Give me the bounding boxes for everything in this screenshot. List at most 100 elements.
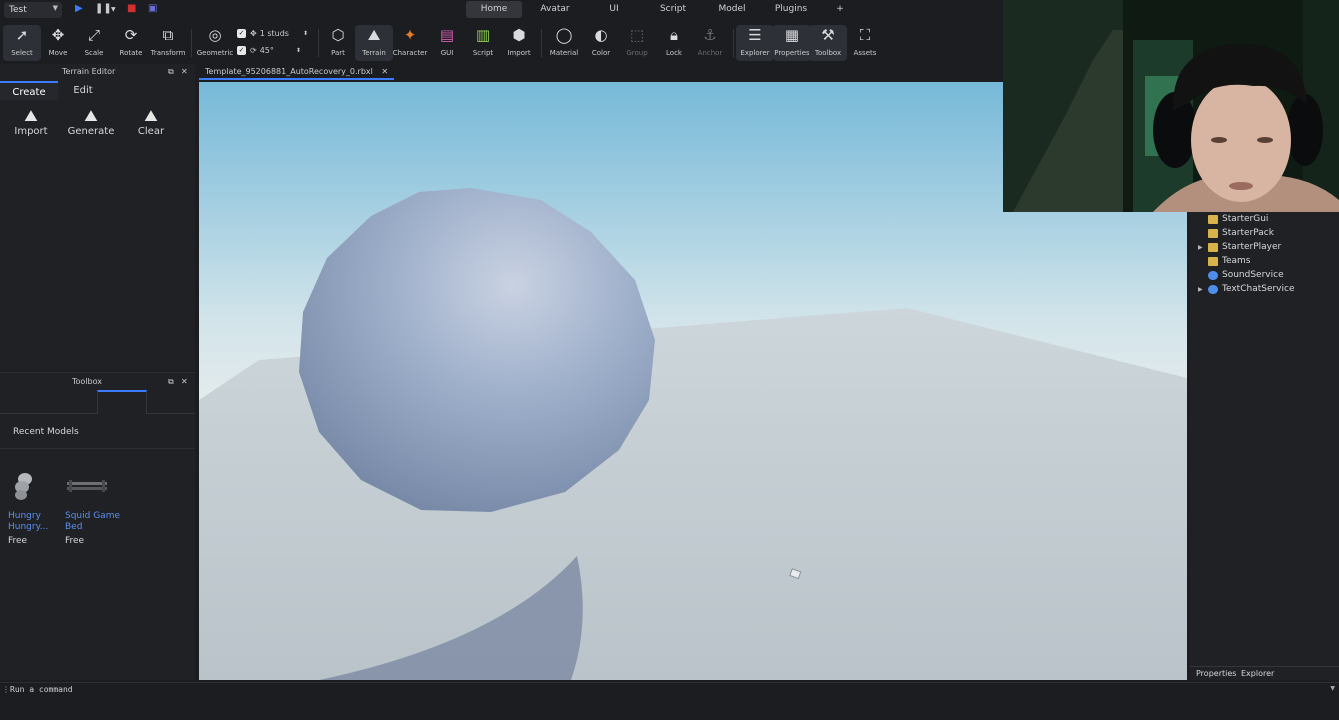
close-icon[interactable]: ✕ [181,67,188,76]
select-tool[interactable]: ➚ Select [3,25,41,61]
tab-avatar[interactable]: Avatar [525,1,585,18]
toolbox-panel: Toolbox ⧉ ✕ Recent Models Hungry Hungry.… [0,372,195,680]
anchor-tool-label: Anchor [697,49,723,57]
anchor-tool[interactable]: ⚓︎ Anchor [691,25,729,61]
recent-models-heading[interactable]: Recent Models [13,427,79,437]
import-tool[interactable]: ⬢ Import [500,25,538,61]
color-tool[interactable]: ◐ Color [582,25,620,61]
chevron-down-icon: ▼ [52,4,58,12]
group-tool[interactable]: ⬚ Group [618,25,656,61]
terrain-clear-icon: ⛰ [144,106,158,125]
transform-icon: ⧉ [162,26,174,44]
move-snap-field[interactable]: ✓ ✥ 1 studs ⬍ [237,29,308,38]
transform-tool[interactable]: ⧉ Transform [149,25,187,61]
teams-icon [1208,256,1218,266]
transform-tool-label: Transform [150,49,186,57]
checkbox-icon[interactable]: ✓ [237,46,246,55]
toolbox-tool[interactable]: ⚒ Toolbox [809,25,847,61]
tab-home[interactable]: Home [466,1,522,18]
assets-tool[interactable]: ⛶ Assets [846,25,884,61]
terrain-editor-title: Terrain Editor [62,67,116,76]
explorer-item-label: Teams [1222,256,1251,266]
move-tool-label: Move [48,49,68,57]
gui-tool[interactable]: ▤ GUI [428,25,466,61]
lock-tool[interactable]: 🔒︎ Lock [655,25,693,61]
script-tool-label: Script [472,49,494,57]
terrain-clear-button[interactable]: ⛰ Clear [121,106,181,137]
scale-tool[interactable]: ⤢ Scale [75,25,113,61]
chevron-down-icon[interactable]: ▼ [111,6,116,13]
explorer-item-textchatservice[interactable]: ▶ TextChatService [1198,282,1295,296]
command-input[interactable]: Run a command [10,685,73,694]
move-tool[interactable]: ✥ Move [39,25,77,61]
play-icon[interactable]: ▶ [75,3,83,14]
chevron-down-icon[interactable]: ▼ [1330,685,1335,692]
studio-window: Test ▼ ▶ ❚❚ ▼ ■ ▣ Home Avatar UI Script … [0,0,1339,720]
group-tool-label: Group [626,49,648,57]
explorer-item-soundservice[interactable]: SoundService [1198,268,1284,282]
terrain-generate-button[interactable]: ⛰ Generate [61,106,121,137]
checkbox-icon[interactable]: ✓ [237,29,246,38]
run-mode-dropdown[interactable]: Test ▼ [4,2,62,18]
explorer-item-starterplayer[interactable]: ▶ StarterPlayer [1198,240,1281,254]
tab-edit[interactable]: Edit [58,81,108,100]
terrain-import-label: Import [14,126,48,137]
palette-icon: ◐ [594,26,608,44]
terrain-tool[interactable]: ⛰ Terrain [355,25,393,61]
document-tab-label: Template_95206881_AutoRecovery_0.rbxl [205,67,373,76]
material-tool[interactable]: ◯ Material [545,25,583,61]
assets-tool-label: Assets [853,49,877,57]
explorer-tool-label: Explorer [740,49,770,57]
script-tool[interactable]: ▥ Script [464,25,502,61]
rotate-tool[interactable]: ⟳ Rotate [112,25,150,61]
close-icon[interactable]: ✕ [381,67,388,76]
explorer-item-teams[interactable]: Teams [1198,254,1250,268]
terrain-import-button[interactable]: ⛰ Import [1,106,61,137]
character-tool[interactable]: ✦ Character [391,25,429,61]
undock-icon[interactable]: ⧉ [168,67,174,77]
tab-explorer[interactable]: Explorer [1241,669,1274,678]
stepper-icon[interactable]: ⬍ [303,30,308,37]
color-tool-label: Color [591,49,611,57]
command-bar[interactable]: ⋮ Run a command ▼ [0,682,1339,720]
model-card[interactable]: Hungry Hungry... Free [8,469,64,546]
tab-properties[interactable]: Properties [1196,669,1236,678]
rotate-snap-field[interactable]: ✓ ⟳ 45° ⬍ [237,46,301,55]
terrain-clear-label: Clear [137,126,165,137]
drag-handle-icon[interactable]: ⋮ [2,685,10,694]
tab-ui[interactable]: UI [585,1,643,18]
pause-icon[interactable]: ❚❚ [95,3,112,14]
part-tool-label: Part [331,49,345,57]
model-name[interactable]: Hungry Hungry... [8,511,64,533]
geometric-tool[interactable]: ◎ Geometric [196,25,234,61]
properties-tool[interactable]: ▦ Properties [773,25,811,61]
script-icon: ▥ [475,26,491,44]
stepper-icon[interactable]: ⬍ [296,47,301,54]
tab-model[interactable]: Model [703,1,761,18]
explorer-item-label: StarterGui [1222,214,1269,224]
terrain-import-icon: ⛰ [24,106,38,125]
rotate-tool-label: Rotate [119,49,143,57]
explorer-item-startergui[interactable]: StarterGui [1198,212,1268,226]
ribbon-divider [191,29,192,57]
expand-arrow-icon[interactable]: ▶ [1198,244,1208,251]
model-card[interactable]: Squid Game Bed Free [65,469,121,546]
undock-icon[interactable]: ⧉ [168,377,174,387]
add-tab-button[interactable]: + [821,1,859,18]
close-icon[interactable]: ✕ [181,377,188,386]
part-tool[interactable]: ⬡ Part [319,25,357,61]
explorer-icon: ☰ [748,26,762,44]
explorer-tool[interactable]: ☰ Explorer [736,25,774,61]
tab-create[interactable]: Create [0,81,58,100]
explorer-item-starterpack[interactable]: StarterPack [1198,226,1274,240]
document-tab[interactable]: Template_95206881_AutoRecovery_0.rbxl ✕ [199,64,395,80]
model-name[interactable]: Squid Game Bed [65,511,121,533]
explorer-item-label: TextChatService [1222,284,1295,294]
tab-plugins[interactable]: Plugins [761,1,821,18]
tab-script[interactable]: Script [643,1,703,18]
client-server-icon[interactable]: ▣ [148,3,157,14]
menu-tabs: Home Avatar UI Script Model Plugins + [466,1,859,18]
expand-arrow-icon[interactable]: ▶ [1198,286,1208,293]
stop-icon[interactable]: ■ [127,3,136,14]
toolbox-active-tab[interactable] [97,390,147,414]
